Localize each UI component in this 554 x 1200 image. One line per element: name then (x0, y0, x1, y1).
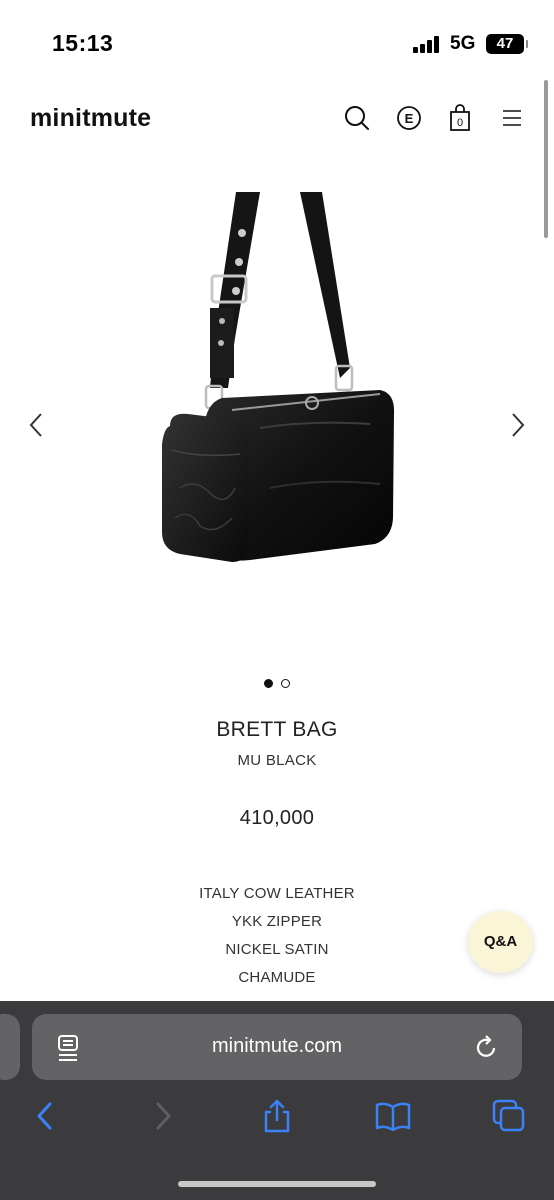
search-icon[interactable] (343, 104, 371, 132)
spec-item: CHAMUDE (238, 969, 316, 986)
share-icon[interactable] (260, 1098, 294, 1134)
bookmarks-icon[interactable] (375, 1098, 411, 1134)
cart-icon[interactable]: 0 (446, 104, 474, 132)
browser-toolbar: minitmute.com (0, 1001, 554, 1200)
cart-count: 0 (457, 117, 463, 129)
url-text[interactable]: minitmute.com (32, 1035, 522, 1058)
signal-icon (413, 35, 443, 53)
site-logo[interactable]: minitmute (30, 104, 151, 133)
product-price: 410,000 (239, 807, 315, 829)
language-icon[interactable]: E (395, 104, 423, 132)
address-bar[interactable]: minitmute.com (32, 1014, 522, 1080)
home-indicator (178, 1181, 376, 1187)
carousel-dot-1[interactable] (264, 679, 273, 688)
battery-icon: 47 (486, 34, 528, 54)
chevron-right-icon[interactable] (507, 410, 527, 440)
carousel-dot-2[interactable] (281, 679, 290, 688)
qa-button[interactable]: Q&A (468, 911, 533, 973)
carousel-dots (0, 675, 554, 688)
spec-item: ITALY COW LEATHER (199, 885, 355, 902)
network-type: 5G (450, 33, 476, 54)
product-name: BRETT BAG (216, 718, 338, 741)
chevron-left-icon[interactable] (27, 410, 47, 440)
reload-icon[interactable] (474, 1034, 500, 1062)
menu-icon[interactable] (499, 104, 527, 132)
language-label: E (405, 111, 414, 126)
site-header: minitmute E 0 (0, 90, 554, 150)
back-icon[interactable] (30, 1098, 64, 1134)
product-color: MU BLACK (237, 752, 317, 769)
status-time: 15:13 (52, 30, 114, 56)
previous-tab-preview[interactable] (0, 1014, 20, 1080)
status-bar: 15:13 5G 47 (0, 0, 554, 80)
product-image[interactable] (140, 188, 420, 578)
forward-icon[interactable] (146, 1098, 180, 1134)
tabs-icon[interactable] (491, 1098, 525, 1134)
